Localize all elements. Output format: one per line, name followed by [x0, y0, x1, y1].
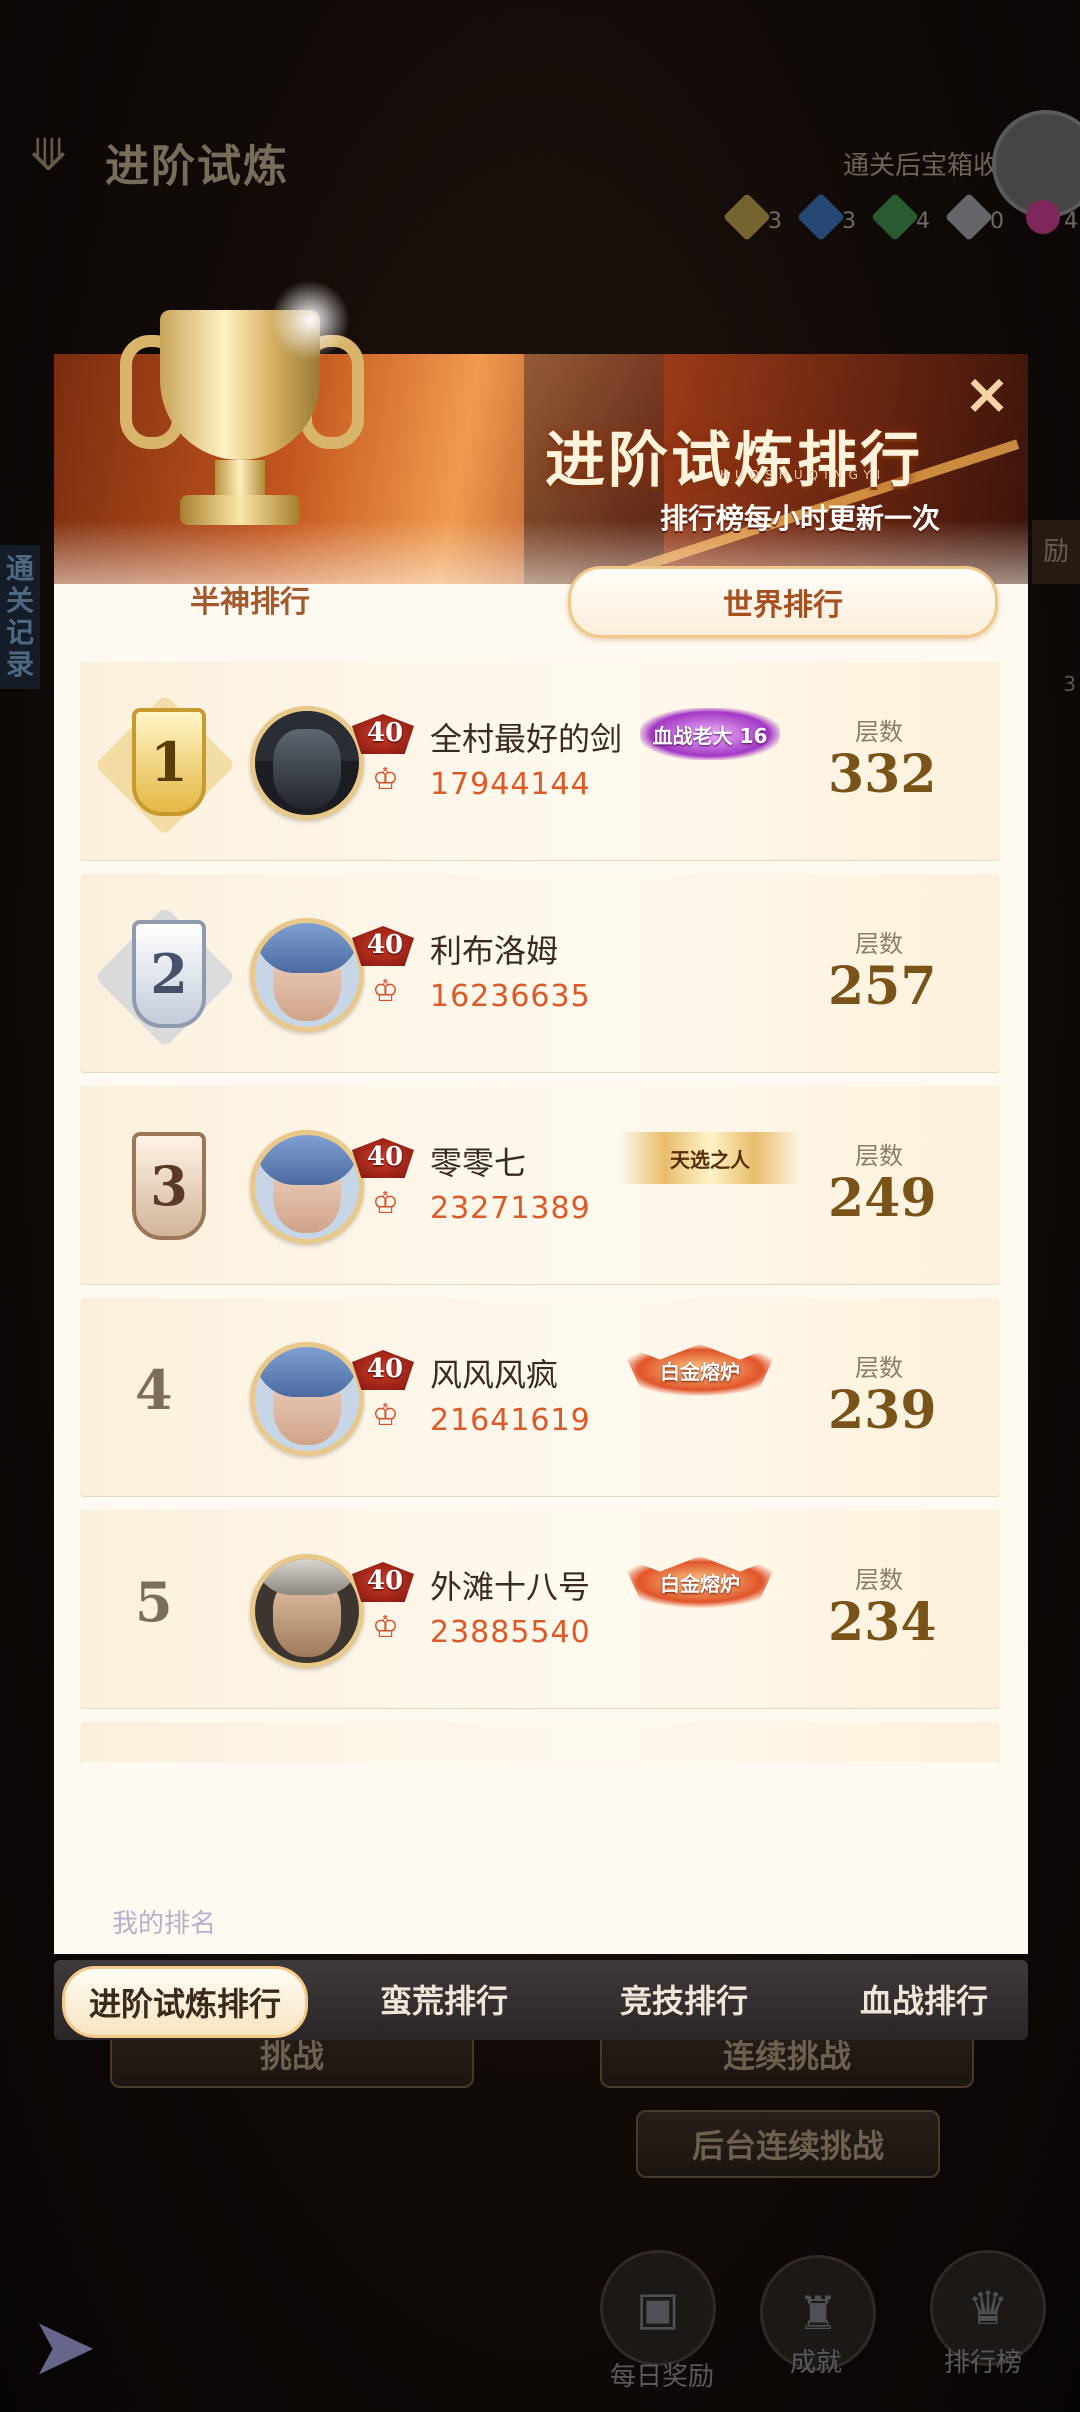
ranking-row[interactable]: 5 40 ♔ 外滩十八号 23885540 白金熔炉 层数 234 [80, 1510, 1000, 1708]
level-badge: 40 [352, 918, 418, 968]
player-name: 风风风疯 [430, 1356, 559, 1394]
vip-icon: ♔ [372, 974, 399, 1009]
my-rank-label: 我的排名 [112, 1909, 217, 1939]
vip-icon: ♔ [372, 1398, 399, 1433]
floor-label: 层数 [855, 1142, 903, 1170]
floor-value: 257 [828, 956, 937, 1017]
ranking-row[interactable] [80, 1722, 1000, 1762]
avatar-face [273, 729, 341, 809]
rank-badge: 3 [110, 1124, 220, 1244]
modal-title: 进阶试炼排行 [545, 426, 923, 496]
rank-number: 4 [135, 1358, 173, 1422]
ranking-row[interactable]: 4 40 ♔ 风风风疯 21641619 白金熔炉 层数 239 [80, 1298, 1000, 1496]
avatar-hair [255, 923, 359, 973]
floor-value: 249 [828, 1168, 937, 1229]
player-power: 23885540 [430, 1615, 591, 1650]
tab-arena-ranking[interactable]: 竞技排行 [584, 1966, 784, 2032]
player-name: 外滩十八号 [430, 1568, 591, 1606]
vip-icon: ♔ [372, 762, 399, 797]
rank-badge: 2 [94, 906, 236, 1048]
ranking-list[interactable]: 1 40 ♔ 全村最好的剑 17944144 血战老大 16 层数 332 2 … [80, 662, 1000, 1762]
title-badge: 天选之人 [620, 1132, 800, 1184]
title-badge: 白金熔炉 [620, 1344, 780, 1396]
floor-label: 层数 [855, 930, 903, 958]
rank-number: 1 [132, 708, 206, 816]
avatar[interactable] [250, 1342, 364, 1456]
vip-icon: ♔ [372, 1186, 399, 1221]
title-badge: 血战老大 16 [640, 708, 780, 760]
tab-demigod-ranking[interactable]: 半神排行 [140, 566, 360, 632]
trophy-shine [270, 280, 350, 360]
floor-label: 层数 [855, 718, 903, 746]
trophy-icon [100, 280, 380, 540]
ranking-type-tabs: 半神排行 世界排行 [100, 566, 1000, 638]
close-icon[interactable]: × [962, 367, 1012, 423]
vip-icon: ♔ [372, 1610, 399, 1645]
floor-label: 层数 [855, 1566, 903, 1594]
player-power: 16236635 [430, 979, 591, 1014]
ranking-row[interactable]: 1 40 ♔ 全村最好的剑 17944144 血战老大 16 层数 332 [80, 662, 1000, 860]
rank-number: 2 [132, 920, 206, 1028]
avatar[interactable] [250, 706, 364, 820]
avatar[interactable] [250, 1130, 364, 1244]
avatar-hair [255, 1559, 359, 1595]
floor-value: 332 [828, 744, 937, 805]
ranking-row[interactable]: 2 40 ♔ 利布洛姆 16236635 层数 257 [80, 874, 1000, 1072]
title-badge: 白金熔炉 [620, 1556, 780, 1608]
player-name: 全村最好的剑 [430, 720, 623, 758]
avatar-hair [255, 1347, 359, 1397]
level-badge: 40 [352, 1342, 418, 1392]
ranking-row[interactable]: 3 40 ♔ 零零七 23271389 天选之人 层数 249 [80, 1086, 1000, 1284]
player-power: 23271389 [430, 1191, 591, 1226]
avatar-hair [255, 1135, 359, 1185]
player-name: 零零七 [430, 1144, 527, 1182]
level-badge: 40 [352, 706, 418, 756]
player-power: 17944144 [430, 767, 591, 802]
avatar[interactable] [250, 1554, 364, 1668]
floor-value: 239 [828, 1380, 937, 1441]
trophy-base [180, 495, 300, 525]
tab-world-ranking[interactable]: 世界排行 [568, 566, 998, 638]
tab-advanced-trial-ranking[interactable]: 进阶试炼排行 [62, 1966, 308, 2038]
ranking-category-tabs: 进阶试炼排行 蛮荒排行 竞技排行 血战排行 [54, 1960, 1028, 2040]
player-name: 利布洛姆 [430, 932, 559, 970]
rank-number: 3 [132, 1132, 206, 1240]
modal-pinyin: HUOSHUQINGYI [720, 468, 887, 482]
avatar[interactable] [250, 918, 364, 1032]
modal-subtitle: 排行榜每小时更新一次 [660, 502, 941, 535]
level-badge: 40 [352, 1554, 418, 1604]
trophy-stem [215, 460, 265, 500]
floor-value: 234 [828, 1592, 937, 1653]
rank-badge: 1 [94, 694, 236, 836]
floor-label: 层数 [855, 1354, 903, 1382]
tab-blood-battle-ranking[interactable]: 血战排行 [824, 1966, 1024, 2032]
player-power: 21641619 [430, 1403, 591, 1438]
level-badge: 40 [352, 1130, 418, 1180]
rank-number: 5 [135, 1570, 173, 1634]
tab-wilderness-ranking[interactable]: 蛮荒排行 [344, 1966, 544, 2032]
